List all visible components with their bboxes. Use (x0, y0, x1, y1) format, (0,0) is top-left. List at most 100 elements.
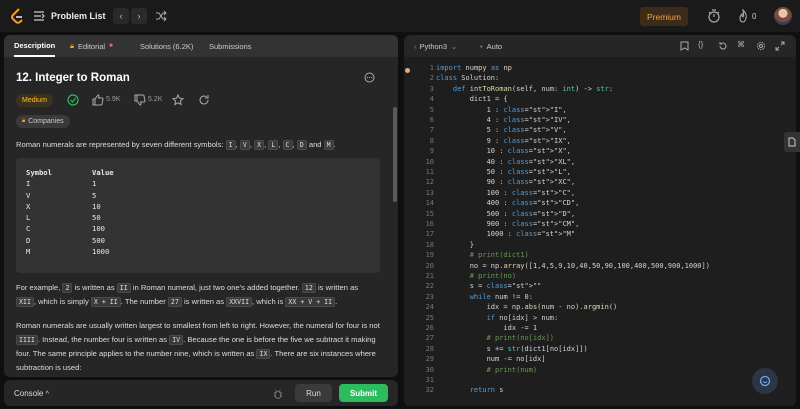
symbol-code: V (239, 140, 250, 150)
table-cell: M (26, 247, 31, 257)
debug-icon[interactable] (273, 389, 283, 399)
feedback-chat-button[interactable] (752, 368, 778, 394)
code-line[interactable]: 4 : class="st">"IV", (436, 115, 571, 125)
tab-description[interactable]: Description (14, 35, 56, 57)
code-line[interactable]: # print(dict1) (436, 250, 529, 260)
line-number: 13 (425, 188, 434, 197)
code-area[interactable]: 1 import numpy as np 2 class Solution: 3 def… (404, 59, 796, 406)
code-line[interactable]: s = class="st">"" (436, 281, 542, 291)
code-line[interactable]: return s (436, 385, 504, 395)
description-scrollbar[interactable] (393, 107, 397, 202)
shuffle-icon[interactable] (155, 10, 167, 22)
code-line[interactable]: dict1 = { (436, 94, 508, 104)
code-line[interactable]: # print(no[idx]) (436, 333, 554, 343)
side-panel-toggle[interactable] (784, 132, 800, 152)
more-options-icon[interactable] (364, 72, 375, 83)
code-line[interactable]: while num != 0: (436, 292, 533, 302)
code-line[interactable]: 90 : class="st">"XC", (436, 177, 576, 187)
submit-button[interactable]: Submit (339, 384, 388, 402)
line-number: 3 (429, 84, 434, 93)
inline-code: IV (169, 335, 184, 345)
table-header-row: Symbol Value (26, 167, 370, 178)
next-problem-button[interactable]: › (131, 8, 147, 24)
table-header-value: Value (92, 168, 114, 177)
table-cell: 500 (92, 235, 105, 245)
line-number: 16 (425, 220, 434, 228)
tab-description-label: Description (14, 40, 56, 50)
text: in Roman numeral, just two one's added t… (132, 283, 300, 292)
star-icon[interactable] (172, 94, 184, 106)
code-line[interactable]: 9 : class="st">"IX", (436, 136, 571, 146)
code-line[interactable]: 500 : class="st">"D", (436, 209, 576, 219)
code-line[interactable]: class Solution: (436, 73, 499, 83)
table-cell: 1 (92, 179, 97, 189)
premium-button[interactable]: Premium (640, 7, 688, 26)
code-line[interactable]: # print(no) (436, 271, 516, 281)
code-line[interactable]: no = np.array([1,4,5,9,10,40,50,90,100,4… (436, 261, 710, 271)
console-toggle[interactable]: Console ^ (14, 389, 49, 398)
difficulty-badge: Medium (16, 94, 53, 107)
command-icon[interactable]: ⌘ (737, 40, 745, 49)
share-icon[interactable] (198, 94, 210, 106)
settings-gear-icon[interactable] (756, 41, 766, 51)
code-line[interactable]: 1000 : class="st">"M" (436, 229, 576, 239)
avatar[interactable] (774, 7, 792, 25)
code-line[interactable]: 40 : class="st">"XL", (436, 157, 576, 167)
code-line[interactable]: if no[idx] > num: (436, 313, 559, 323)
code-line[interactable]: 50 : class="st">"L", (436, 167, 571, 177)
auto-mode[interactable]: • Auto (480, 35, 502, 57)
line-number: 4 (429, 95, 434, 104)
language-select[interactable]: ‹ Python3 ⌄ (414, 35, 457, 57)
code-line[interactable]: num -= no[idx] (436, 354, 546, 364)
expand-icon[interactable] (775, 41, 785, 51)
tab-solutions[interactable]: Solutions (6.2K) (140, 35, 193, 57)
line-number: 29 (425, 355, 434, 364)
problem-list-icon[interactable] (33, 10, 45, 22)
prev-problem-button[interactable]: ‹ (113, 8, 129, 24)
timer-icon[interactable] (707, 9, 721, 23)
code-line[interactable]: 10 : class="st">"X", (436, 146, 571, 156)
reset-icon[interactable] (718, 41, 728, 51)
tab-editorial[interactable]: 🔒︎ Editorial ■ (70, 35, 113, 57)
code-line[interactable]: 400 : class="st">"CD", (436, 198, 580, 208)
run-button[interactable]: Run (295, 384, 332, 402)
companies-label: Companies (28, 118, 64, 125)
text: . Instead, the number four is written as (37, 335, 168, 344)
dislikes-count: 5.2K (148, 96, 163, 103)
line-number: 7 (429, 126, 434, 135)
code-line[interactable]: 100 : class="st">"C", (436, 188, 576, 198)
code-line[interactable]: def intToRoman(self, num: int) -> str: (436, 84, 613, 94)
line-number: 2 (429, 74, 434, 83)
line-number: 31 (425, 376, 434, 384)
code-line[interactable]: 5 : class="st">"V", (436, 125, 567, 135)
code-line[interactable]: # print(num) (436, 365, 538, 375)
thumbs-up-icon[interactable] (92, 94, 104, 106)
code-line[interactable]: 1 : class="st">"I", (436, 105, 567, 115)
code-line[interactable]: idx = np.abs(num - no).argmin() (436, 302, 618, 312)
text: is written as (318, 283, 359, 292)
table-cell: 50 (92, 213, 101, 223)
line-number: 26 (425, 324, 434, 332)
thumbs-down-icon[interactable] (134, 94, 146, 106)
line-number: 19 (425, 251, 434, 260)
code-line[interactable]: idx -= 1 (436, 323, 537, 333)
flame-icon[interactable] (736, 9, 750, 23)
code-line[interactable]: } (436, 240, 474, 250)
braces-icon[interactable]: {} (698, 40, 703, 49)
table-cell: I (26, 179, 31, 189)
subtraction-paragraph: Roman numerals are usually written large… (16, 319, 380, 375)
tab-submissions[interactable]: Submissions (209, 35, 252, 57)
table-cell: D (26, 235, 31, 245)
line-number: 30 (425, 365, 434, 374)
intro-paragraph: Roman numerals are represented by seven … (16, 140, 336, 150)
code-line[interactable]: 900 : class="st">"CM", (436, 219, 580, 229)
line-number: 23 (425, 292, 434, 301)
code-line[interactable]: s += str(dict1[no[idx]]) (436, 344, 588, 354)
line-number: 12 (425, 178, 434, 187)
text: , which is (252, 297, 284, 306)
code-line[interactable]: import numpy as np (436, 63, 512, 73)
leetcode-logo-icon[interactable] (10, 8, 24, 24)
bookmark-icon[interactable] (680, 41, 689, 51)
problem-list-link[interactable]: Problem List (51, 11, 106, 21)
companies-tag[interactable]: 🔒︎ Companies (16, 115, 70, 128)
